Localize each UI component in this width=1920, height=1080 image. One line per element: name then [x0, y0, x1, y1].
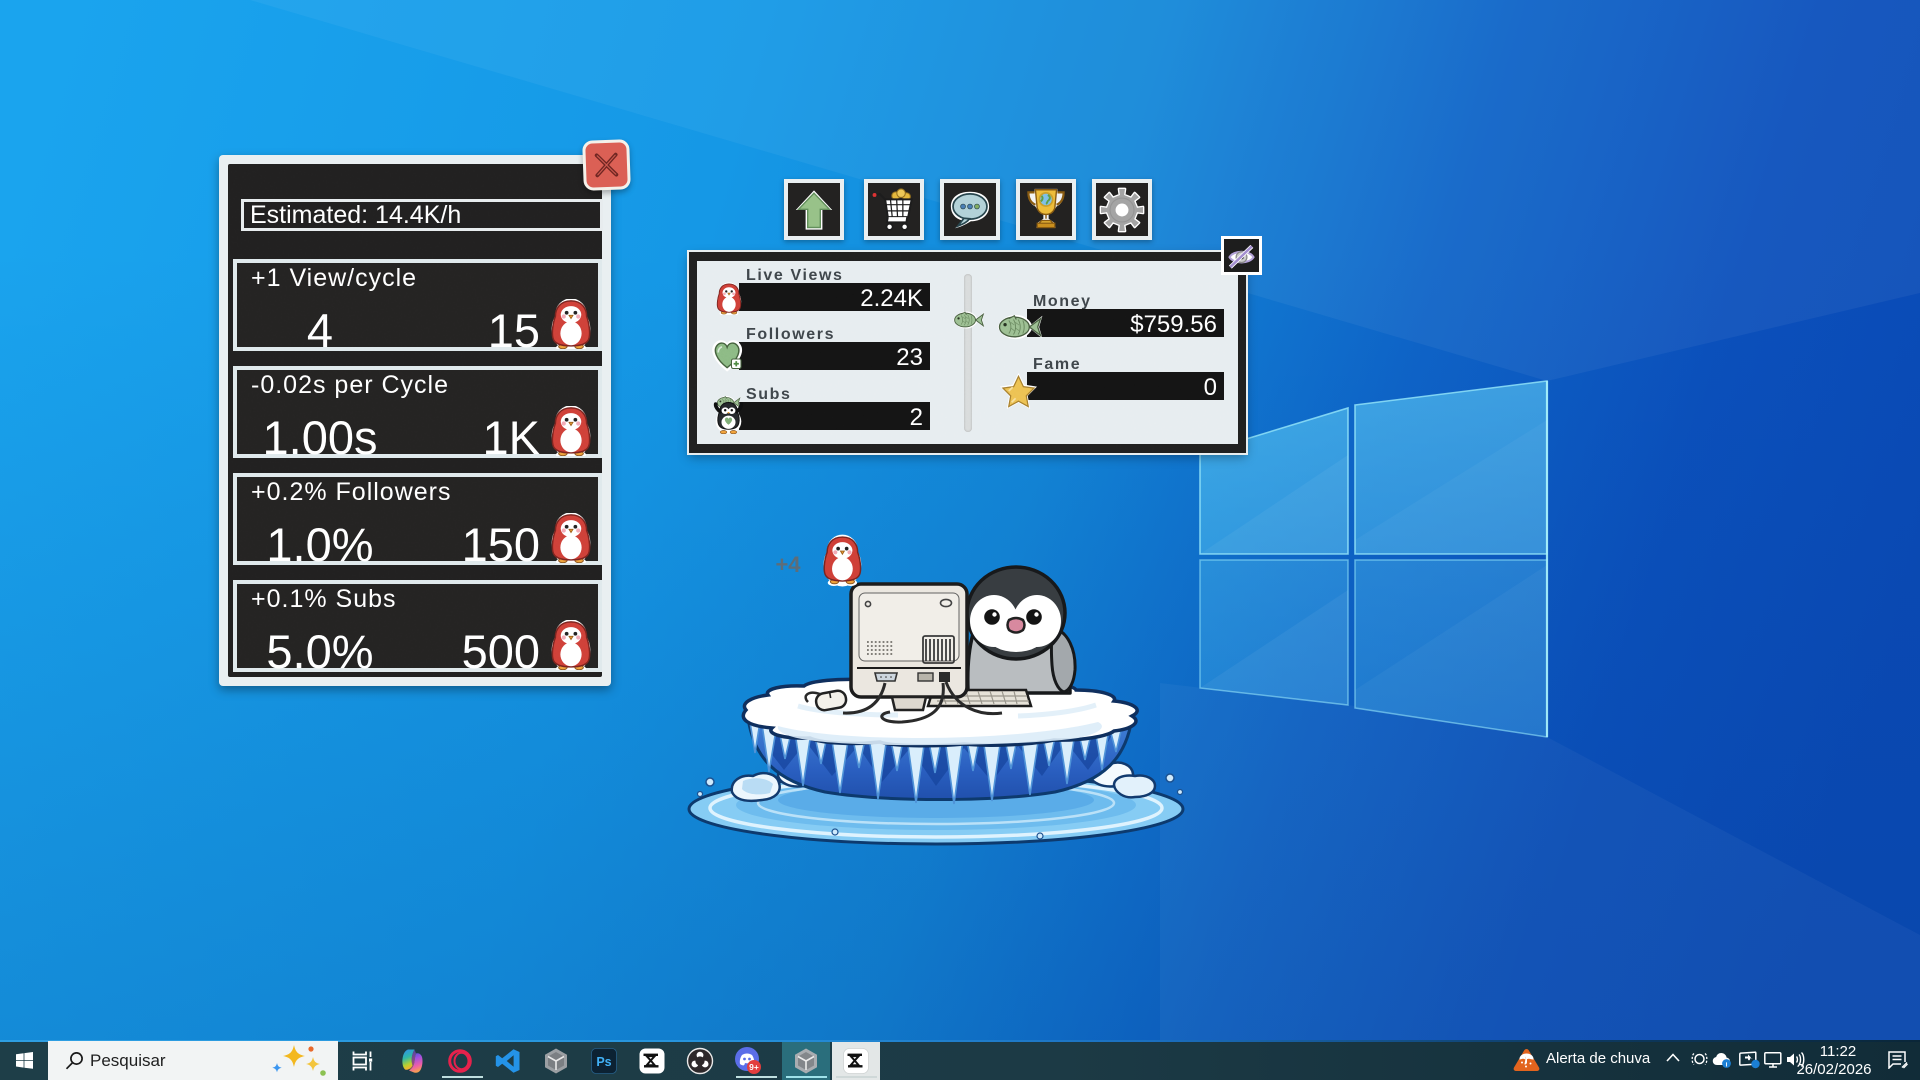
svg-text:9+: 9+	[749, 1062, 759, 1072]
svg-text:Ps: Ps	[596, 1055, 611, 1069]
svg-text:+4: +4	[775, 552, 801, 577]
svg-text:i: i	[1726, 1061, 1728, 1068]
